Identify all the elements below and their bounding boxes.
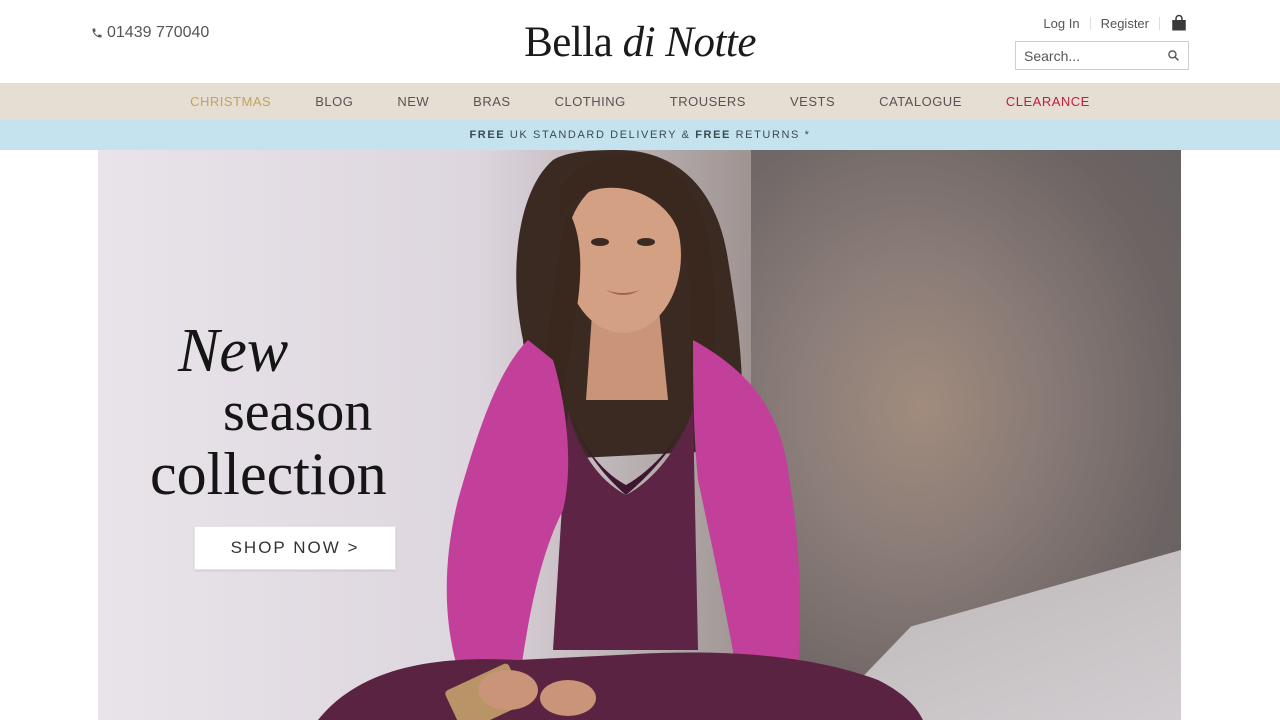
register-link[interactable]: Register — [1091, 16, 1159, 31]
logo-main: Bella — [524, 19, 613, 66]
nav-item-new[interactable]: NEW — [397, 94, 429, 109]
nav-item-bras[interactable]: BRAS — [473, 94, 510, 109]
search-icon[interactable] — [1167, 49, 1180, 62]
returns-text: RETURNS * — [735, 129, 811, 141]
free-label: FREE — [695, 129, 731, 141]
search-input[interactable] — [1024, 46, 1164, 66]
headline-line-3: collection — [150, 441, 387, 507]
nav-item-catalogue[interactable]: CATALOGUE — [879, 94, 962, 109]
logo-italic: di Notte — [622, 19, 757, 66]
nav-item-trousers[interactable]: TROUSERS — [670, 94, 746, 109]
nav-item-clearance[interactable]: CLEARANCE — [1006, 94, 1090, 109]
main-nav: CHRISTMAS BLOG NEW BRAS CLOTHING TROUSER… — [0, 83, 1280, 120]
free-label: FREE — [469, 129, 506, 141]
delivery-text: UK STANDARD DELIVERY & — [509, 129, 691, 141]
site-header: 01439 770040 Bella di Notte Log In Regis… — [0, 0, 1280, 83]
account-links: Log In Register — [1033, 14, 1188, 32]
divider — [1159, 16, 1160, 30]
nav-item-christmas[interactable]: CHRISTMAS — [190, 94, 271, 109]
nav-item-clothing[interactable]: CLOTHING — [555, 94, 626, 109]
shop-now-button[interactable]: SHOP NOW > — [194, 526, 396, 570]
headline-line-2: season — [223, 381, 373, 443]
delivery-banner[interactable]: FREE UK STANDARD DELIVERY & FREE RETURNS… — [0, 120, 1280, 150]
bag-icon[interactable] — [1170, 14, 1188, 32]
nav-item-vests[interactable]: VESTS — [790, 94, 835, 109]
hero-banner[interactable]: New season collection SHOP NOW > — [98, 150, 1181, 720]
search-box — [1015, 41, 1189, 70]
login-link[interactable]: Log In — [1033, 16, 1089, 31]
nav-item-blog[interactable]: BLOG — [315, 94, 353, 109]
headline-line-1: New — [178, 317, 289, 385]
